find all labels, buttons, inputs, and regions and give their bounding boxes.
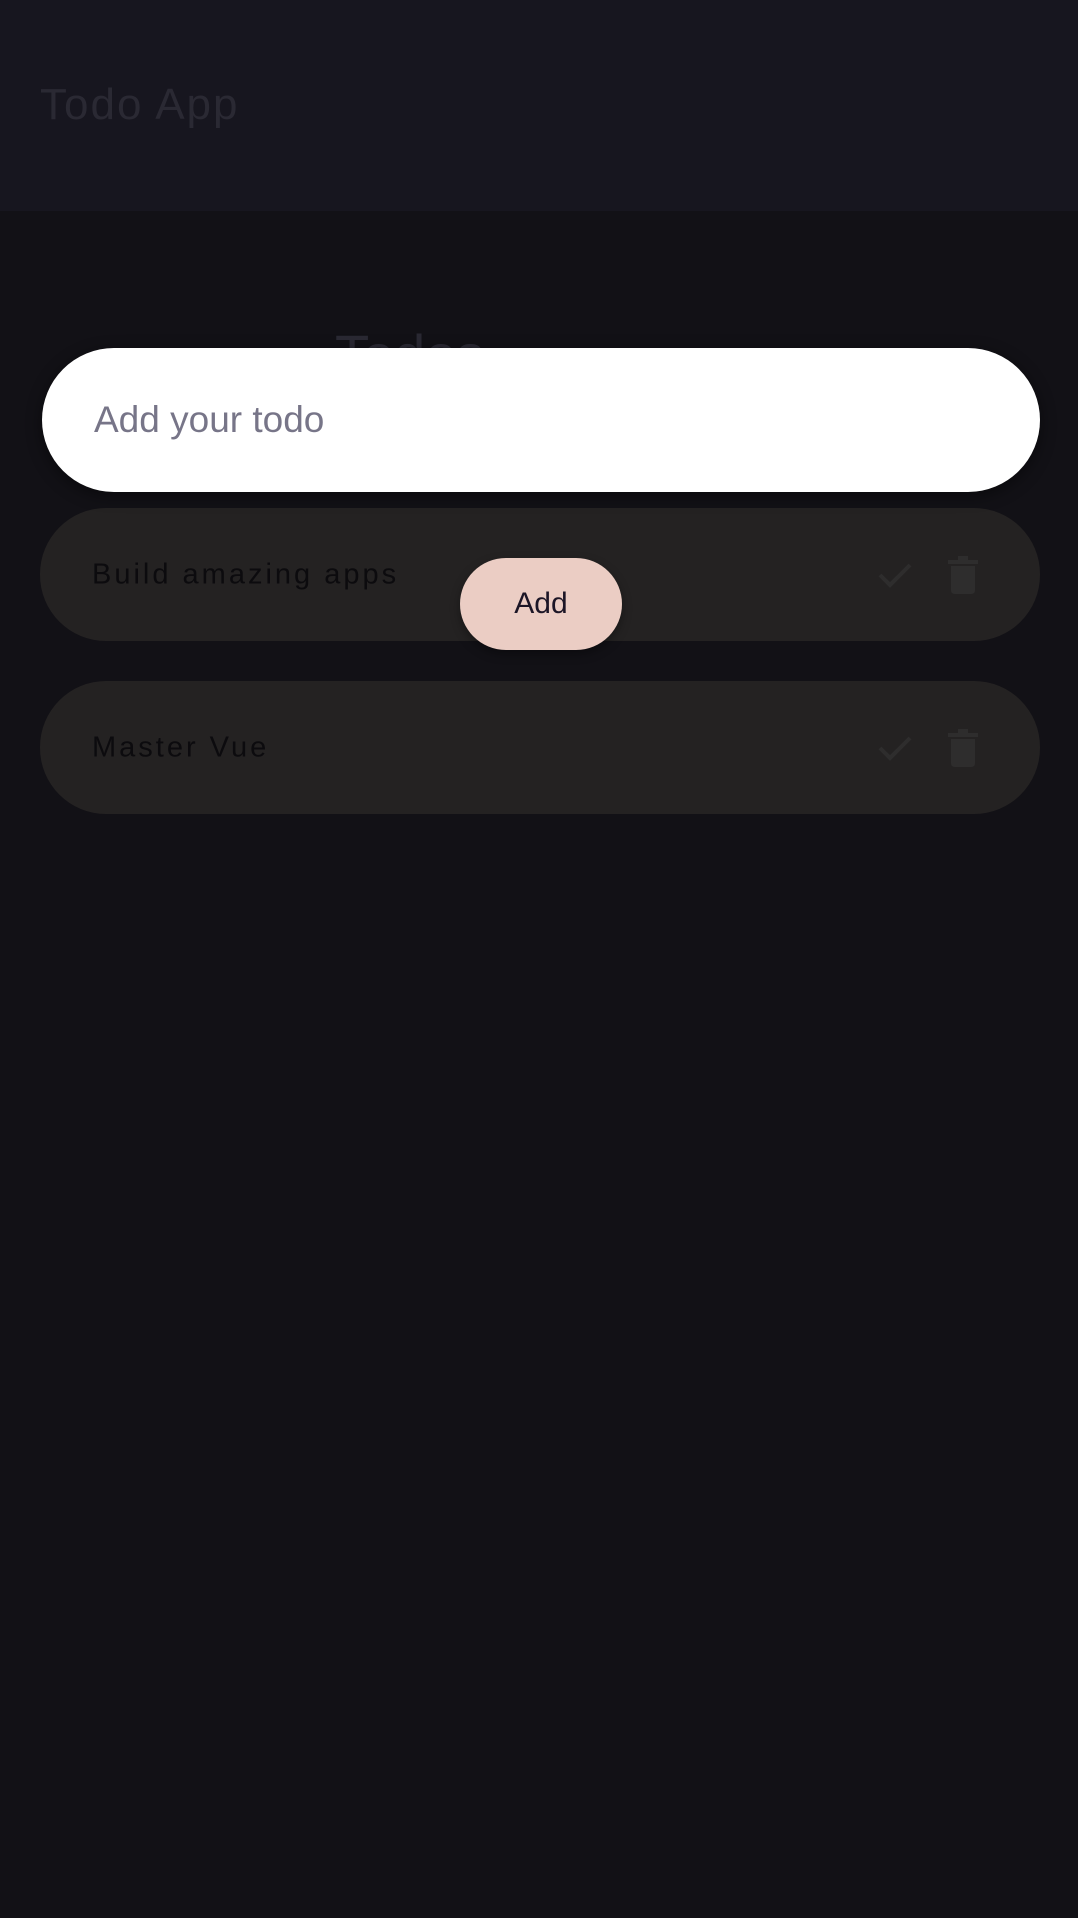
dialog-backdrop[interactable] [0,0,1078,1918]
todo-input[interactable] [94,348,994,492]
add-button[interactable]: Add [460,558,622,650]
app-screen: Todo App Todos Build amazing apps Master… [0,0,1078,1918]
todo-input-container [42,348,1040,492]
